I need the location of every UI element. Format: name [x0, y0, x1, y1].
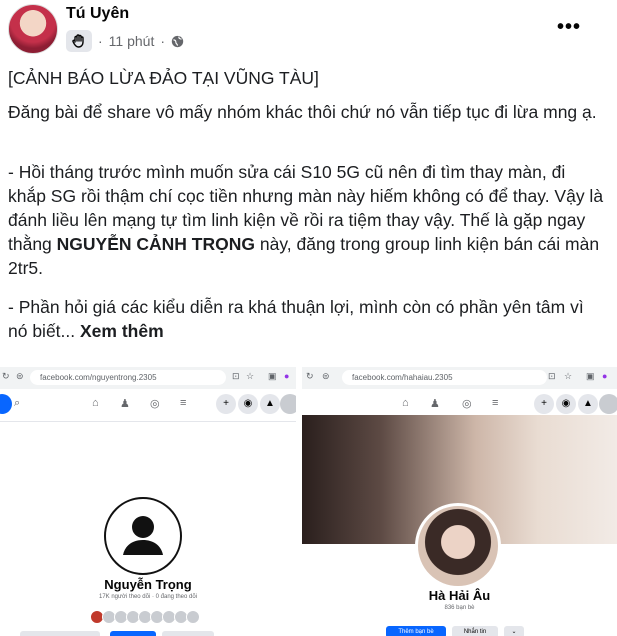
- post-title: [CẢNH BÁO LỪA ĐẢO TẠI VŨNG TÀU]: [8, 68, 319, 88]
- action-button: [20, 631, 100, 636]
- browser-address-bar: ↻ ⊜ facebook.com/hahaiau.2305 ⊡ ☆ ▣ ●: [302, 367, 617, 390]
- url-field: facebook.com/hahaiau.2305: [342, 370, 547, 385]
- hand-icon: [72, 34, 84, 48]
- star-icon: ☆: [246, 371, 255, 381]
- chevron-down-icon: ⌄: [504, 626, 524, 636]
- refresh-icon: ↻: [2, 371, 10, 381]
- author-avatar[interactable]: [8, 4, 58, 54]
- browser-address-bar: ↻ ⊜ facebook.com/nguyentrong.2305 ⊡ ☆ ▣ …: [0, 367, 296, 390]
- friends-icon: ♟: [120, 398, 130, 410]
- groups-icon: ◎: [150, 398, 160, 410]
- scammer-name: NGUYỄN CẢNH TRỌNG: [56, 234, 255, 254]
- star-icon: ☆: [564, 371, 573, 381]
- lock-icon: ⊜: [322, 371, 330, 381]
- post-time[interactable]: 11 phút: [109, 33, 155, 49]
- profile-picture-right: [415, 503, 501, 589]
- search-icon: ⌕: [14, 397, 21, 409]
- profile-icon: ●: [284, 371, 290, 381]
- message-button: Nhắn tin: [452, 626, 498, 636]
- menu-icon: ≡: [180, 397, 187, 409]
- menu-icon: ≡: [492, 397, 499, 409]
- profile-stats-left: 17K người theo dõi · 0 đang theo dõi: [98, 594, 198, 600]
- action-button-primary: [110, 631, 156, 636]
- action-button: [162, 631, 214, 636]
- add-friend-button: Thêm bạn bè: [386, 626, 446, 636]
- profile-picture-default: [104, 497, 182, 575]
- bell-icon: ▲: [260, 394, 280, 414]
- install-icon: ⊡: [232, 371, 240, 381]
- facebook-topbar: ⌕ ⌂ ♟ ◎ ≡ + ◉ ▲: [0, 389, 296, 422]
- post-paragraph-3: - Phần hỏi giá các kiểu diễn ra khá thuậ…: [8, 295, 608, 343]
- lock-icon: ⊜: [16, 371, 24, 381]
- plus-icon: +: [216, 394, 236, 414]
- url-field: facebook.com/nguyentrong.2305: [30, 370, 226, 385]
- install-icon: ⊡: [548, 371, 556, 381]
- hand-badge-icon: [66, 30, 92, 52]
- home-icon: ⌂: [92, 397, 99, 409]
- profile-stats-right: 836 bạn bè: [444, 605, 475, 611]
- bell-icon: ▲: [578, 394, 598, 414]
- home-icon: ⌂: [402, 397, 409, 409]
- tab-icon: ▣: [268, 371, 277, 381]
- post-paragraph-2: - Hồi tháng trước mình muốn sửa cái S10 …: [8, 160, 608, 280]
- profile-name-left: Nguyễn Trọng: [104, 577, 192, 592]
- see-more-link[interactable]: Xem thêm: [80, 321, 164, 341]
- post-paragraph-1: Đăng bài để share vô mấy nhóm khác thôi …: [8, 102, 597, 122]
- more-options-button[interactable]: •••: [557, 16, 581, 39]
- tab-icon: ▣: [586, 371, 595, 381]
- profile-name-right: Hà Hải Âu: [428, 588, 491, 603]
- groups-icon: ◎: [462, 398, 472, 410]
- messenger-icon: ◉: [556, 394, 576, 414]
- globe-icon: [171, 35, 184, 47]
- profile-icon: ●: [602, 371, 608, 381]
- dot-sep: ·: [98, 33, 103, 49]
- messenger-icon: ◉: [238, 394, 258, 414]
- facebook-logo: [0, 394, 12, 414]
- account-avatar: [599, 394, 617, 414]
- account-avatar: [280, 394, 296, 414]
- author-name[interactable]: Tú Uyên: [66, 5, 129, 23]
- facebook-post: Tú Uyên · 11 phút · ••• [CẢNH BÁO LỪA ĐẢ…: [0, 0, 617, 636]
- friends-icon: ♟: [430, 398, 440, 410]
- post-meta: · 11 phút ·: [66, 30, 184, 52]
- follower-avatars: [90, 610, 200, 624]
- refresh-icon: ↻: [306, 371, 314, 381]
- default-avatar-icon: [123, 516, 163, 555]
- dot-sep: ·: [160, 33, 166, 49]
- plus-icon: +: [534, 394, 554, 414]
